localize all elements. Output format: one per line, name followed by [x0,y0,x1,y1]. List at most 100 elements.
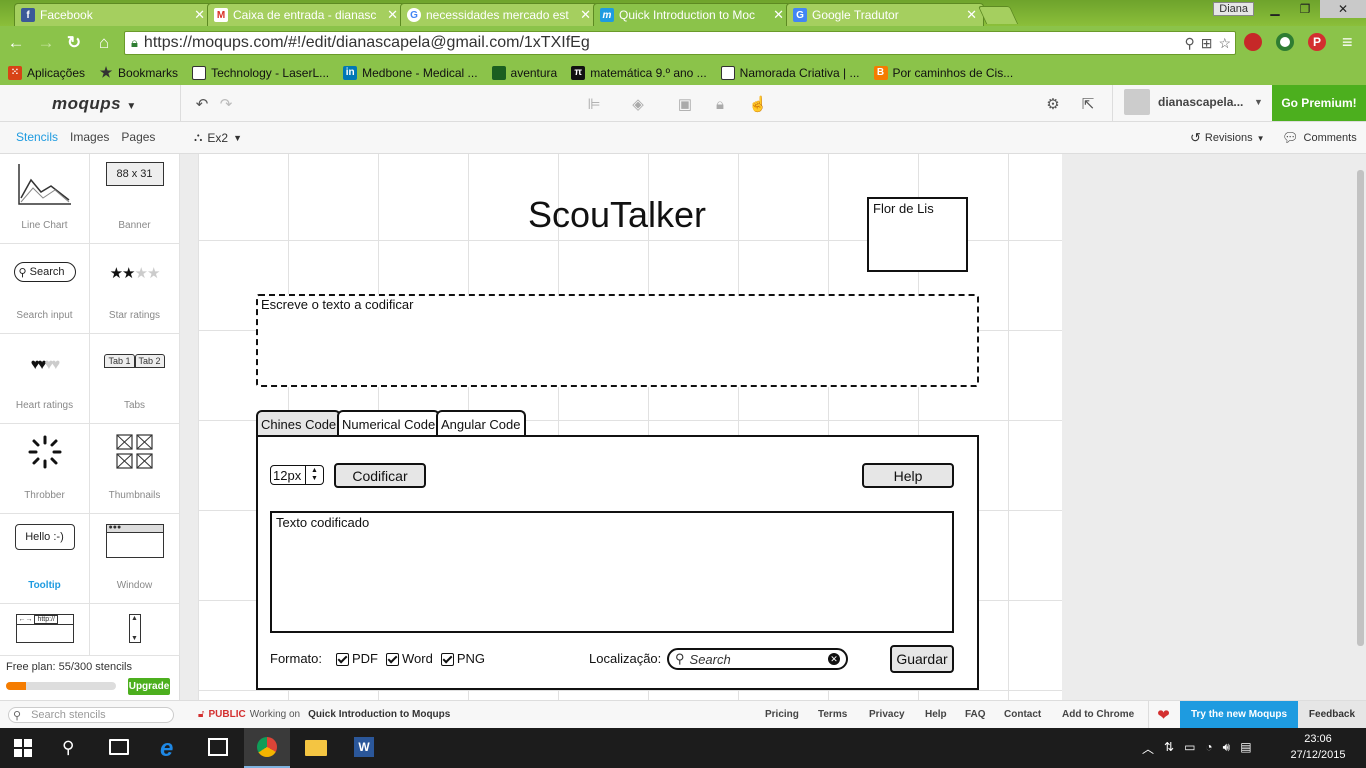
bookmark-aventura[interactable]: aventura [491,65,557,80]
tab-stencils[interactable]: Stencils [16,130,58,144]
menu-icon[interactable]: ≡ [1342,33,1358,51]
stencil-star-ratings[interactable]: ★★★★ Star ratings [90,244,180,334]
username[interactable]: dianascapela... [1158,95,1243,109]
undo-icon[interactable]: ↶ [192,95,212,113]
lock-icon[interactable]: 🔒︎ [710,95,730,113]
stencil-thumbnails[interactable]: Thumbnails [90,424,180,514]
edge-icon[interactable]: e [160,735,173,763]
stencil-search-input[interactable]: ⚲ Search stencils [8,707,174,723]
stencil-tooltip[interactable]: Hello :-) Tooltip [0,514,90,604]
address-bar[interactable]: 🔒︎ https://moqups.com/#!/edit/dianascape… [124,31,1236,55]
go-premium-button[interactable]: Go Premium! [1272,85,1366,121]
link-pricing[interactable]: Pricing [765,709,818,720]
minimize-icon[interactable]: ▁ [1260,0,1290,18]
back-icon[interactable]: ← [6,33,26,53]
stepper-arrows-icon[interactable]: ▲ ▼ [305,466,323,484]
stencil-throbber[interactable]: Throbber [0,424,90,514]
layers-icon[interactable]: ◈ [628,95,648,113]
heart-icon[interactable]: ❤ [1148,701,1178,728]
mockup-logo-box[interactable]: Flor de Lis [867,197,968,272]
align-icon[interactable]: ⊫ [584,95,604,113]
public-badge[interactable]: PUBLIC [208,709,245,720]
stencil-line-chart[interactable]: Line Chart [0,154,90,244]
revisions-button[interactable]: ↺ Revisions ▼ [1190,130,1265,146]
browser-tab-moqups[interactable]: m Quick Introduction to Moc ✕ [593,3,791,26]
stencil-heart-ratings[interactable]: ♥♥♥♥ Heart ratings [0,334,90,424]
windows-start-icon[interactable] [14,739,32,757]
link-help[interactable]: Help [925,709,965,720]
canvas-scrollbar[interactable] [1357,170,1364,646]
close-icon[interactable]: ✕ [966,7,977,23]
mockup-tab-numerical[interactable]: Numerical Code [337,410,441,437]
mockup-encode-button[interactable]: Codificar [334,463,426,488]
bookmark-caminhos[interactable]: B Por caminhos de Cis... [873,65,1013,80]
share-icon[interactable]: ⇱ [1078,95,1098,113]
mockup-help-button[interactable]: Help [862,463,954,488]
bookmark-namorada[interactable]: Namorada Criativa | ... [720,65,860,80]
browser-tab-gmail[interactable]: M Caixa de entrada - dianasc ✕ [207,3,405,26]
close-icon[interactable]: ✕ [773,7,784,23]
chevron-down-icon[interactable]: ▼ [1254,97,1263,107]
moqups-logo[interactable]: moqups ▼ [52,94,137,114]
power-icon[interactable]: ▭ [1184,740,1195,757]
comments-button[interactable]: 💬︎ Comments [1282,130,1357,146]
bookmark-bookmarks[interactable]: ★ Bookmarks [99,64,178,80]
pinterest-icon[interactable]: P [1308,33,1326,51]
close-window-icon[interactable]: ✕ [1320,0,1366,18]
mockup-output-area[interactable]: Texto codificado [270,511,954,633]
stencil-search-input[interactable]: ⚲ Search Search input [0,244,90,334]
browser-tab-translate[interactable]: G Google Tradutor ✕ [786,3,984,26]
link-privacy[interactable]: Privacy [869,709,925,720]
search-icon[interactable]: ⚲ [1184,35,1194,52]
clear-icon[interactable]: ✕ [828,653,840,665]
sync-icon[interactable]: ⇅ [1164,740,1174,757]
mockup-text-input[interactable]: Escreve o texto a codificar [256,294,979,387]
wifi-icon[interactable]: ◔ [1205,740,1212,757]
clock[interactable]: 23:06 27/12/2015 [1288,731,1348,763]
file-explorer-icon[interactable] [305,740,327,756]
search-icon[interactable]: ⚲ [62,738,74,758]
mockup-title[interactable]: ScouTalker [497,194,737,236]
bookmark-star-icon[interactable]: ☆ [1218,35,1231,52]
group-icon[interactable]: ▣ [675,95,695,113]
close-icon[interactable]: ✕ [580,7,591,23]
try-new-moqups-button[interactable]: Try the new Moqups [1180,701,1298,728]
stencil-browser[interactable]: ←→ http:// [0,604,90,656]
stencil-banner[interactable]: 88 x 31 Banner [90,154,180,244]
chevron-up-icon[interactable]: ︿ [1142,740,1154,757]
close-icon[interactable]: ✕ [194,7,205,23]
reload-icon[interactable]: ↻ [64,33,84,53]
gear-icon[interactable]: ⚙ [1043,95,1063,113]
close-icon[interactable]: ✕ [387,7,398,23]
project-name[interactable]: Quick Introduction to Moqups [308,709,450,720]
browser-tab-google[interactable]: G necessidades mercado est ✕ [400,3,598,26]
forward-icon[interactable]: → [36,33,56,53]
feedback-button[interactable]: Feedback [1298,701,1366,728]
extension-adblock-icon[interactable] [1244,33,1262,51]
extension-green-icon[interactable] [1276,33,1294,51]
store-icon[interactable] [208,738,228,756]
checkbox-png[interactable]: PNG [440,651,485,667]
bookmark-apps[interactable]: ⁙ Aplicações [8,65,85,80]
mockup-tab-angular[interactable]: Angular Code [436,410,526,437]
home-icon[interactable]: ⌂ [94,33,114,53]
stencil-scrollbar[interactable]: ▲ ▼ [90,604,180,656]
mockup-tab-chines[interactable]: Chines Code [256,410,342,437]
word-icon[interactable]: W [354,737,374,757]
link-terms[interactable]: Terms [818,709,869,720]
avatar[interactable] [1124,89,1150,115]
stencil-tabs[interactable]: Tab 1 Tab 2 Tabs [90,334,180,424]
volume-icon[interactable]: 🔊︎ [1223,740,1231,757]
mockup-save-button[interactable]: Guardar [890,645,954,673]
link-add-to-chrome[interactable]: Add to Chrome [1062,709,1134,720]
restore-icon[interactable]: ❐ [1290,0,1320,18]
task-view-icon[interactable] [109,739,129,755]
bookmark-matematica[interactable]: π matemática 9.º ano ... [571,65,707,80]
bookmark-medbone[interactable]: in Medbone - Medical ... [343,65,478,80]
bookmark-technology[interactable]: Technology - LaserL... [192,65,329,80]
profile-button[interactable]: Diana [1213,2,1254,16]
checkbox-pdf[interactable]: PDF [336,651,378,667]
link-contact[interactable]: Contact [1004,709,1062,720]
stencil-window[interactable]: ●●● Window [90,514,180,604]
mockup-search-input[interactable]: ⚲ Search ✕ [667,648,848,670]
